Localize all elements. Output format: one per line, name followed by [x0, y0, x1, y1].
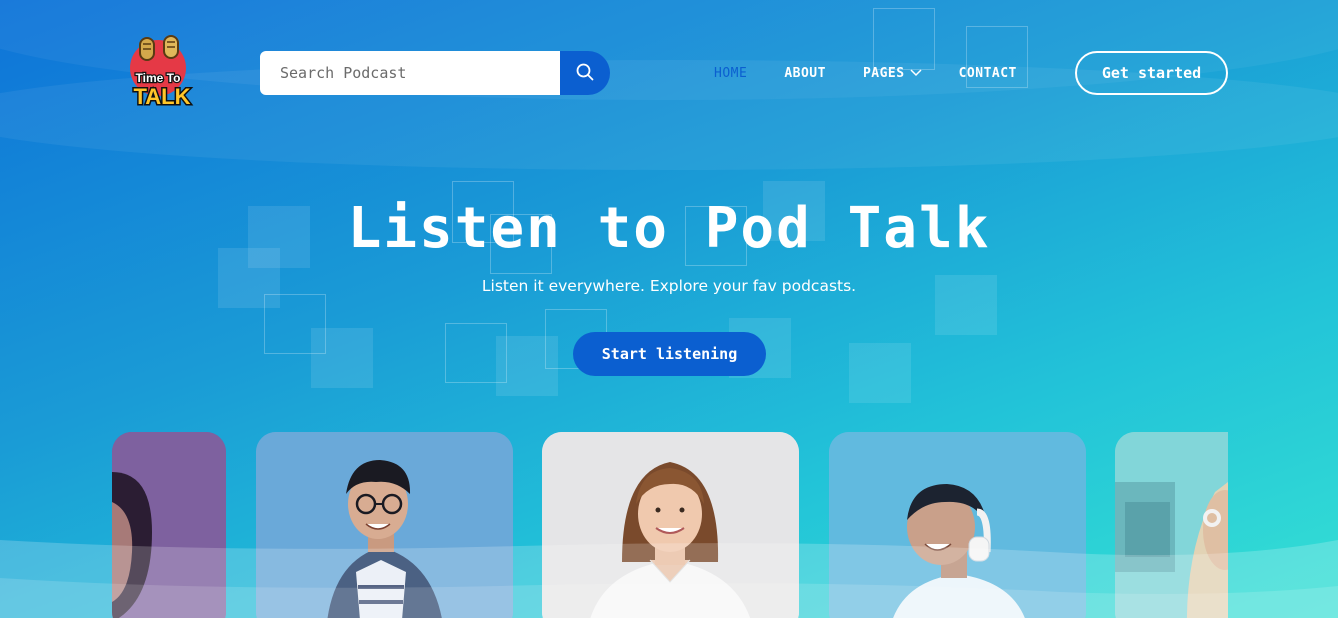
svg-text:TALK: TALK	[133, 84, 190, 109]
host-card-4[interactable]	[829, 432, 1086, 618]
start-listening-button[interactable]: Start listening	[573, 332, 766, 376]
nav-home[interactable]: HOME	[714, 66, 747, 81]
search-button[interactable]	[560, 51, 610, 95]
site-header: Time To TALK HOME ABOUT PAGES CONTACT Ge…	[0, 0, 1338, 140]
host-card-2[interactable]	[256, 432, 513, 618]
hero-title: Listen to Pod Talk	[347, 196, 991, 261]
time-to-talk-logo[interactable]: Time To TALK	[128, 34, 196, 111]
host-card-5[interactable]	[1115, 432, 1228, 618]
hero-subtitle: Listen it everywhere. Explore your fav p…	[481, 277, 857, 295]
svg-text:Time To: Time To	[136, 71, 181, 85]
main-nav: HOME ABOUT PAGES CONTACT	[714, 62, 1054, 84]
search-icon	[576, 63, 594, 84]
get-started-button[interactable]: Get started	[1075, 51, 1228, 95]
nav-pages-label: PAGES	[862, 65, 905, 81]
search-bar	[260, 51, 610, 95]
search-input[interactable]	[260, 51, 570, 95]
nav-contact[interactable]: CONTACT	[959, 66, 1017, 81]
chevron-down-icon	[910, 66, 922, 81]
nav-pages[interactable]: PAGES	[863, 66, 922, 81]
host-card-1[interactable]	[112, 432, 226, 618]
host-card-3[interactable]	[542, 432, 799, 618]
nav-about[interactable]: ABOUT	[784, 66, 826, 81]
podcast-host-carousel	[112, 432, 1228, 618]
